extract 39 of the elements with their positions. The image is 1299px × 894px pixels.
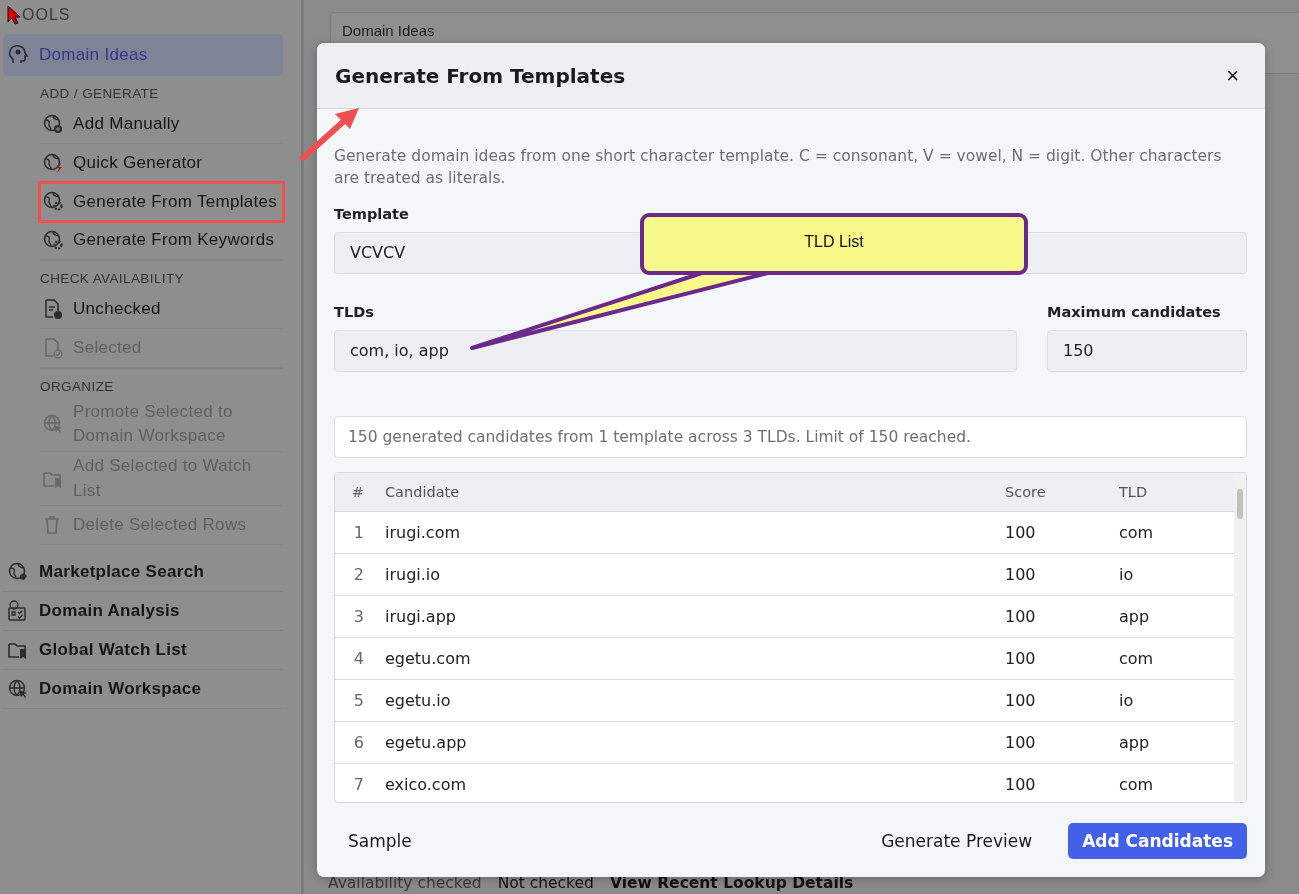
table-cell: 3 [335,595,384,638]
section-heading: ADD / GENERATE [40,85,160,103]
table-cell: 100 [1004,763,1118,802]
table-cell: 4 [335,637,384,680]
field-label: Template [334,205,410,222]
table-cell: egetu.io [384,679,1004,722]
column-header: Candidate [384,472,1004,512]
sidebar-title: OOLS [22,6,71,24]
table-cell: egetu.com [384,637,1004,680]
column-header: Score [1004,472,1118,512]
table-cell: 6 [335,721,384,764]
dialog-title: Generate From Templates [335,63,626,88]
column-header: TLD [1118,472,1234,512]
table-cell: irugi.app [384,595,1004,638]
table-cell: 100 [1004,679,1118,722]
description: Generate domain ideas from one short character template. C = consonant, V = vowel, N = digit. Other characters are treated as literals. [334,146,1223,190]
field-label: TLDs [334,303,375,320]
table-cell: 2 [335,553,384,596]
section-heading: CHECK AVAILABILITY [40,260,283,291]
table-cell: 100 [1004,553,1118,596]
table-cell: irugi.com [384,511,1004,554]
summary-text: 150 generated candidates from 1 template across 3 TLDs. Limit of 150 reached. [334,415,1247,458]
table-cell: 1 [335,511,384,554]
table-cell: egetu.app [384,721,1004,764]
status-label: Availability checked [328,874,482,892]
callout: TLD List [640,213,1028,275]
panel-title: Domain Ideas [342,22,435,39]
table-cell: 100 [1004,721,1118,764]
section-heading: ORGANIZE [40,367,283,398]
field-label: Maximum candidates [1047,303,1222,320]
table-cell: 100 [1004,595,1118,638]
status-value: Not checked [497,874,594,892]
table-cell: 100 [1004,637,1118,680]
table-cell: 100 [1004,511,1118,554]
table-cell: irugi.io [384,553,1004,596]
table-cell: exico.com [384,763,1004,802]
table-cell: 7 [335,763,384,802]
column-header: # [335,472,384,512]
table-cell: 5 [335,679,384,722]
